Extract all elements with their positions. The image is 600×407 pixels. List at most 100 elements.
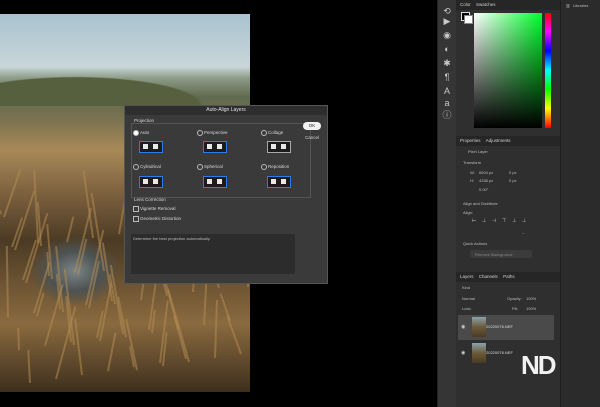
- adjust-icon[interactable]: ◐: [441, 44, 453, 54]
- grass-blade: [203, 278, 208, 326]
- reposition-thumbnail: [267, 176, 291, 188]
- auto-align-dialog: Auto-Align Layers Projection Auto Perspe…: [124, 105, 328, 284]
- radio-auto[interactable]: [133, 130, 139, 136]
- vignette-label: Vignette Removal: [140, 206, 176, 211]
- libraries-label[interactable]: Libraries: [573, 3, 588, 8]
- glyph-icon[interactable]: a: [441, 98, 453, 108]
- hue-slider[interactable]: [545, 13, 551, 128]
- grass-blade: [27, 349, 31, 384]
- lens-correction-label: Lens Correction: [134, 197, 166, 202]
- perspective-thumbnail: [203, 141, 227, 153]
- align-bottom-icon[interactable]: ⊥: [522, 218, 526, 224]
- tab-paths[interactable]: Paths: [499, 274, 515, 279]
- grass-blade: [5, 245, 9, 318]
- transform-header[interactable]: Transform: [463, 160, 481, 165]
- height-label: H:: [470, 178, 474, 183]
- tab-properties[interactable]: Properties: [456, 138, 481, 143]
- grass-blade: [107, 332, 117, 372]
- x-value[interactable]: 0 px: [509, 170, 517, 175]
- color-saturation-field[interactable]: [474, 13, 542, 128]
- lock-label: Lock:: [462, 306, 472, 311]
- vignette-checkbox[interactable]: [133, 206, 139, 212]
- clone-icon[interactable]: ✱: [441, 58, 453, 68]
- paragraph-icon[interactable]: ¶: [441, 72, 453, 82]
- tab-layers[interactable]: Layers: [456, 274, 474, 279]
- cancel-button[interactable]: Cancel: [303, 134, 321, 142]
- pixel-layer-label: Pixel Layer: [468, 149, 488, 154]
- align-right-icon[interactable]: ⊣: [492, 218, 496, 224]
- remove-background-button[interactable]: Remove Background: [470, 250, 532, 258]
- fill-label: Fill:: [512, 306, 519, 311]
- filter-kind[interactable]: Kind: [462, 285, 470, 290]
- option-label-reposition: Reposition: [268, 164, 290, 169]
- align-header[interactable]: Align and Distribute: [463, 201, 498, 206]
- eye-icon[interactable]: ◉: [461, 350, 465, 356]
- grass-blade: [219, 293, 231, 322]
- layer-thumbnail: [472, 343, 486, 363]
- distortion-label: Geometric Distortion: [140, 216, 182, 221]
- align-left-icon[interactable]: ⊢: [472, 218, 476, 224]
- opacity-label: Opacity:: [507, 296, 522, 301]
- play-icon[interactable]: ▶: [441, 16, 453, 26]
- option-label-auto: Auto: [140, 130, 150, 135]
- grass-blade: [74, 318, 83, 376]
- panel-icon-bar: ⟲ ▶ ◉ ◐ ✱ ¶ A a ⓘ: [437, 0, 457, 407]
- background-color-swatch[interactable]: [464, 15, 473, 24]
- layers-panel-tabs: Layers Channels Paths: [456, 272, 560, 282]
- width-label: W:: [470, 170, 475, 175]
- libraries-icon[interactable]: ▥: [566, 3, 570, 8]
- option-label-collage: Collage: [268, 130, 284, 135]
- collage-thumbnail: [267, 141, 291, 153]
- align-center-icon[interactable]: ⊥: [482, 218, 486, 224]
- tab-color[interactable]: Color: [456, 2, 471, 7]
- option-label-perspective: Perspective: [204, 130, 228, 135]
- grass-blade: [0, 194, 2, 215]
- history-icon[interactable]: ⟲: [441, 6, 453, 16]
- blend-mode-select[interactable]: Normal: [462, 296, 475, 301]
- y-value[interactable]: 0 px: [509, 178, 517, 183]
- spherical-thumbnail: [203, 176, 227, 188]
- radio-perspective[interactable]: [197, 130, 203, 136]
- ok-button[interactable]: OK: [303, 122, 321, 130]
- more-options[interactable]: ...: [522, 230, 525, 235]
- description-box: Determine the best projection automatica…: [131, 234, 295, 274]
- layer-thumbnail: [472, 317, 486, 337]
- align-top-icon[interactable]: ⊤: [502, 218, 506, 224]
- quick-actions-header[interactable]: Quick Actions: [463, 241, 487, 246]
- angle-value[interactable]: 0.00°: [479, 187, 488, 192]
- height-value[interactable]: 4336 px: [479, 178, 493, 183]
- tab-swatches[interactable]: Swatches: [472, 2, 496, 7]
- option-label-spherical: Spherical: [204, 164, 223, 169]
- auto-thumbnail: [139, 141, 163, 153]
- opacity-value[interactable]: 100%: [526, 296, 536, 301]
- tab-adjustments[interactable]: Adjustments: [482, 138, 511, 143]
- watermark-logo: ND: [521, 350, 557, 380]
- layer-name: 20220076.NEF: [486, 324, 513, 329]
- description-text: Determine the best projection automatica…: [133, 236, 211, 241]
- character-icon[interactable]: A: [441, 86, 453, 96]
- remove-background-label: Remove Background: [475, 252, 513, 257]
- layer-row[interactable]: ◉ 20220076.NEF: [458, 315, 554, 340]
- grass-blade: [167, 288, 190, 363]
- align-middle-icon[interactable]: ⊥: [512, 218, 516, 224]
- radio-cylindrical[interactable]: [133, 164, 139, 170]
- grass-blade: [17, 327, 20, 351]
- width-value[interactable]: 6504 px: [479, 170, 493, 175]
- radio-collage[interactable]: [261, 130, 267, 136]
- tab-channels[interactable]: Channels: [475, 274, 498, 279]
- align-label: Align:: [463, 210, 474, 215]
- fill-value[interactable]: 100%: [526, 306, 536, 311]
- brush-settings-icon[interactable]: ◉: [441, 30, 453, 40]
- layer-name: 20220076.NEF: [486, 350, 513, 355]
- radio-spherical[interactable]: [197, 164, 203, 170]
- option-label-cylindrical: Cylindrical: [140, 164, 161, 169]
- properties-panel-tabs: Properties Adjustments: [456, 136, 560, 146]
- hill-silhouette: [0, 66, 250, 106]
- dialog-title: Auto-Align Layers: [125, 106, 327, 115]
- radio-reposition[interactable]: [261, 164, 267, 170]
- info-icon[interactable]: ⓘ: [441, 110, 453, 120]
- grass-blade: [3, 168, 22, 218]
- libraries-panel: ▥ Libraries: [560, 0, 600, 407]
- distortion-checkbox[interactable]: [133, 216, 139, 222]
- eye-icon[interactable]: ◉: [461, 324, 465, 330]
